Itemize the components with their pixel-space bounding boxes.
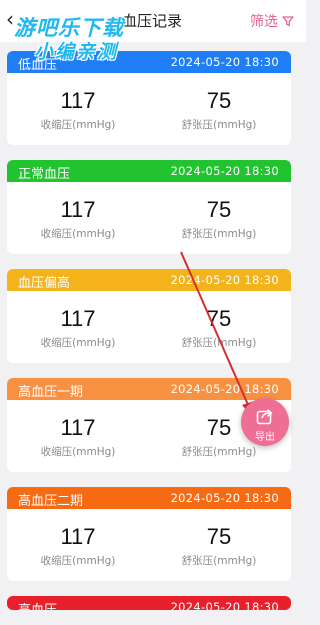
page-title: 血压记录 <box>122 12 183 30</box>
diastolic-label: 舒张压(mmHg) <box>181 119 257 131</box>
record-card[interactable]: 血压偏高 2024-05-20 18:30 117 75 收缩压(mmHg) 舒… <box>7 269 291 363</box>
systolic-label: 收缩压(mmHg) <box>40 337 116 349</box>
record-list: 低血压 2024-05-20 18:30 117 75 收缩压(mmHg) 舒张… <box>7 51 291 625</box>
diastolic-value: 75 <box>206 197 232 222</box>
record-time: 2024-05-20 18:30 <box>170 491 279 505</box>
top-bar: ‹ 血压记录 筛选 <box>0 0 306 42</box>
record-level: 血压偏高 <box>18 276 71 291</box>
diastolic-label: 舒张压(mmHg) <box>181 446 257 458</box>
systolic-value: 117 <box>60 415 96 440</box>
record-header: 高血压一期 2024-05-20 18:30 <box>7 378 291 400</box>
filter-funnel-icon <box>282 16 294 27</box>
record-card[interactable]: 低血压 2024-05-20 18:30 117 75 收缩压(mmHg) 舒张… <box>7 51 291 145</box>
export-button[interactable]: 导出 <box>241 398 289 446</box>
record-time: 2024-05-20 18:30 <box>170 382 279 396</box>
systolic-label: 收缩压(mmHg) <box>40 446 116 458</box>
systolic-value: 117 <box>60 197 96 222</box>
record-header: 高血压 2024-05-20 18:30 <box>7 596 291 610</box>
record-header: 低血压 2024-05-20 18:30 <box>7 51 291 73</box>
record-header: 高血压二期 2024-05-20 18:30 <box>7 487 291 509</box>
diastolic-value: 75 <box>206 88 232 113</box>
record-header: 血压偏高 2024-05-20 18:30 <box>7 269 291 291</box>
diastolic-value: 75 <box>206 524 232 549</box>
record-time: 2024-05-20 18:30 <box>170 600 279 610</box>
diastolic-label: 舒张压(mmHg) <box>181 555 257 567</box>
diastolic-label: 舒张压(mmHg) <box>181 337 257 349</box>
filter-button[interactable]: 筛选 <box>250 11 294 31</box>
systolic-label: 收缩压(mmHg) <box>40 555 116 567</box>
systolic-label: 收缩压(mmHg) <box>40 119 116 131</box>
filter-label: 筛选 <box>250 14 278 30</box>
record-header: 正常血压 2024-05-20 18:30 <box>7 160 291 182</box>
systolic-label: 收缩压(mmHg) <box>40 228 116 240</box>
diastolic-value: 75 <box>206 306 232 331</box>
back-arrow-icon[interactable]: ‹ <box>6 9 20 29</box>
record-level: 高血压一期 <box>18 385 84 400</box>
record-level: 高血压二期 <box>18 494 84 509</box>
record-level: 低血压 <box>18 58 58 73</box>
export-label: 导出 <box>255 432 275 443</box>
systolic-value: 117 <box>60 88 96 113</box>
diastolic-label: 舒张压(mmHg) <box>181 228 257 240</box>
record-level: 正常血压 <box>18 167 71 182</box>
record-card[interactable]: 正常血压 2024-05-20 18:30 117 75 收缩压(mmHg) 舒… <box>7 160 291 254</box>
record-time: 2024-05-20 18:30 <box>170 273 279 287</box>
record-card[interactable]: 高血压 2024-05-20 18:30 <box>7 596 291 610</box>
record-card[interactable]: 高血压二期 2024-05-20 18:30 117 75 收缩压(mmHg) … <box>7 487 291 581</box>
record-time: 2024-05-20 18:30 <box>170 164 279 178</box>
record-time: 2024-05-20 18:30 <box>170 55 279 69</box>
share-export-icon <box>256 409 273 425</box>
systolic-value: 117 <box>60 306 96 331</box>
systolic-value: 117 <box>60 524 96 549</box>
